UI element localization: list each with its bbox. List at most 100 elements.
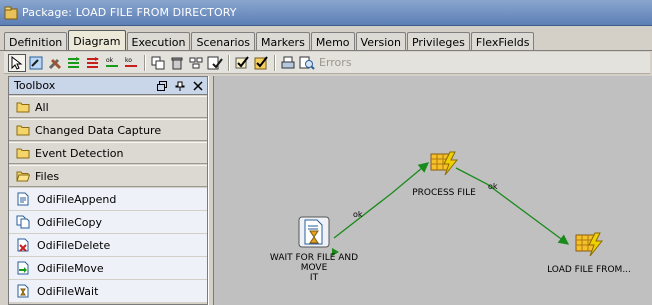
toolbox-title: Toolbox bbox=[14, 79, 56, 92]
toolbox-item-odifiledelete[interactable]: OdiFileDelete bbox=[9, 234, 207, 256]
check-button[interactable] bbox=[233, 54, 251, 72]
node-wait-for-file[interactable] bbox=[298, 216, 330, 248]
node-process-label: PROCESS FILE bbox=[412, 188, 476, 198]
ok-arrow-icon: ok bbox=[106, 57, 118, 67]
toolbar-separator bbox=[144, 54, 146, 71]
toolbox-folder-changed-data-capture[interactable]: Changed Data Capture bbox=[9, 119, 207, 141]
tab-diagram[interactable]: Diagram bbox=[68, 30, 126, 51]
toolbox-folder-label: Event Detection bbox=[35, 146, 124, 160]
node-process-file[interactable] bbox=[429, 150, 459, 176]
toolbox-item-label: OdiFileCopy bbox=[37, 215, 103, 229]
align-icon bbox=[189, 57, 203, 68]
toolbox-header: Toolbox bbox=[9, 77, 207, 95]
duplicate-button[interactable] bbox=[149, 54, 167, 72]
node-wait-label-line2: MOVE bbox=[300, 263, 328, 273]
next-step-ko-button[interactable] bbox=[84, 54, 102, 72]
cursor-icon bbox=[11, 55, 23, 70]
node-wait-label-line3: IT bbox=[309, 273, 319, 283]
toolbox-item-label: OdiFileMove bbox=[37, 261, 104, 275]
check-all-button[interactable] bbox=[252, 54, 270, 72]
align-button[interactable] bbox=[187, 54, 205, 72]
tab-definition[interactable]: Definition bbox=[4, 32, 68, 51]
link-process-to-load bbox=[455, 167, 570, 245]
ok-button[interactable]: ok bbox=[103, 54, 121, 72]
link-wait-to-process bbox=[333, 162, 429, 239]
package-icon bbox=[4, 6, 18, 19]
toolbox-item-odifilemove[interactable]: OdiFileMove bbox=[9, 257, 207, 279]
free-choice-icon bbox=[29, 56, 43, 69]
diagram-toolbar: ok ko Errors bbox=[4, 52, 650, 74]
tab-flexfields[interactable]: FlexFields bbox=[470, 32, 535, 51]
print-button[interactable] bbox=[279, 54, 297, 72]
close-icon[interactable] bbox=[189, 78, 207, 94]
toolbox-panel: Toolbox All Changed Data Capture Event D… bbox=[8, 76, 208, 305]
node-wait-label-line1: WAIT FOR FILE AND bbox=[269, 253, 359, 263]
errors-button[interactable]: Errors bbox=[319, 56, 352, 69]
toolbox-folder-label: All bbox=[35, 100, 49, 114]
toolbox-folder-label: Files bbox=[35, 169, 60, 183]
tools-icon bbox=[48, 58, 62, 69]
file-append-icon bbox=[15, 191, 31, 207]
tools-button[interactable] bbox=[46, 54, 64, 72]
tab-markers[interactable]: Markers bbox=[256, 32, 310, 51]
tab-strip: Definition Diagram Execution Scenarios M… bbox=[4, 30, 535, 51]
print-icon bbox=[281, 56, 295, 68]
toolbox-folder-label: Changed Data Capture bbox=[35, 123, 162, 137]
duplicate-icon bbox=[151, 56, 165, 69]
free-choice-button[interactable] bbox=[27, 54, 45, 72]
toolbox-item-odifilewait[interactable]: OdiFileWait bbox=[9, 280, 207, 302]
print-preview-icon bbox=[299, 56, 315, 70]
ko-button[interactable]: ko bbox=[122, 54, 140, 72]
tab-privileges[interactable]: Privileges bbox=[406, 32, 470, 51]
select-tool-button[interactable] bbox=[8, 53, 26, 72]
toolbox-item-label: OdiFileWait bbox=[37, 284, 99, 298]
toolbox-folder-event-detection[interactable]: Event Detection bbox=[9, 142, 207, 164]
folder-icon bbox=[15, 145, 31, 161]
file-wait-icon bbox=[298, 216, 330, 248]
pin-icon[interactable] bbox=[171, 78, 189, 94]
folder-icon bbox=[15, 99, 31, 115]
check-icon bbox=[235, 55, 249, 68]
toolbox-item-label: OdiFileAppend bbox=[37, 192, 117, 206]
ko-link-icon bbox=[87, 56, 99, 68]
print-preview-button[interactable] bbox=[298, 54, 316, 72]
toolbox-item-odifilecopy[interactable]: OdiFileCopy bbox=[9, 211, 207, 233]
link-label-ok: ok bbox=[353, 210, 363, 219]
folder-icon bbox=[15, 122, 31, 138]
tab-execution[interactable]: Execution bbox=[126, 32, 191, 51]
tab-version[interactable]: Version bbox=[355, 32, 406, 51]
toolbox-item-odifileappend[interactable]: OdiFileAppend bbox=[9, 188, 207, 210]
tab-memo[interactable]: Memo bbox=[310, 32, 355, 51]
diagram-canvas[interactable]: ok ok WAIT FOR FILE AND MOVE IT PROCESS … bbox=[213, 76, 652, 305]
ok-link-icon bbox=[68, 56, 80, 68]
node-load-file[interactable] bbox=[574, 231, 604, 257]
file-move-icon bbox=[15, 260, 31, 276]
toolbox-folder-all[interactable]: All bbox=[9, 96, 207, 118]
folder-open-icon bbox=[15, 168, 31, 184]
svg-text:ok: ok bbox=[106, 57, 114, 64]
restore-icon[interactable] bbox=[153, 78, 171, 94]
interface-icon bbox=[430, 151, 459, 176]
tab-underline bbox=[0, 50, 652, 51]
ko-arrow-icon: ko bbox=[125, 57, 137, 67]
validate-icon bbox=[207, 56, 223, 69]
delete-button[interactable] bbox=[168, 54, 186, 72]
interface-icon bbox=[575, 232, 604, 257]
node-wait-label: WAIT FOR FILE AND MOVE IT bbox=[258, 253, 370, 283]
tab-scenarios[interactable]: Scenarios bbox=[191, 32, 256, 51]
toolbox-folder-files[interactable]: Files bbox=[9, 165, 207, 187]
window-title: Package: LOAD FILE FROM DIRECTORY bbox=[22, 6, 237, 19]
toolbox-item-label: OdiFileDelete bbox=[37, 238, 111, 252]
file-copy-icon bbox=[15, 214, 31, 230]
toolbar-separator bbox=[274, 54, 276, 71]
check-all-icon bbox=[254, 55, 268, 69]
svg-text:ko: ko bbox=[125, 57, 132, 64]
window-titlebar: Package: LOAD FILE FROM DIRECTORY bbox=[0, 0, 652, 26]
next-step-ok-button[interactable] bbox=[65, 54, 83, 72]
node-load-label: LOAD FILE FROM... bbox=[547, 265, 631, 275]
file-delete-icon bbox=[15, 237, 31, 253]
trash-icon bbox=[171, 57, 183, 69]
validate-button[interactable] bbox=[206, 54, 224, 72]
file-wait-icon bbox=[15, 283, 31, 299]
toolbar-separator bbox=[228, 54, 230, 71]
